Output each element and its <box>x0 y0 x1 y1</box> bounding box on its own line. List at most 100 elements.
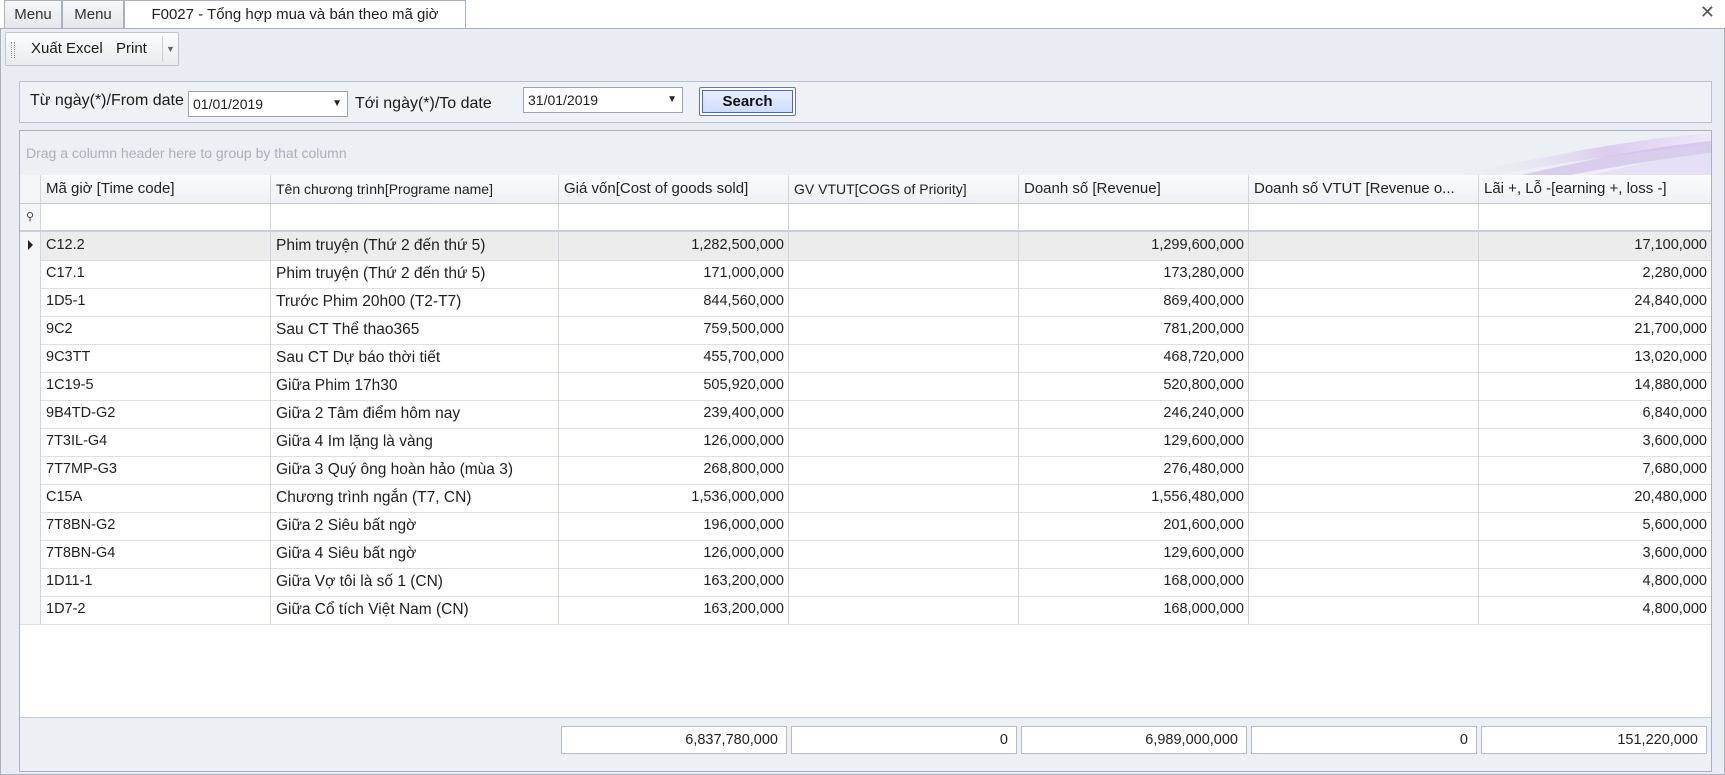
cell-revenue-priority[interactable] <box>1249 316 1479 344</box>
cell-cogs[interactable]: 505,920,000 <box>559 372 789 400</box>
cell-profit[interactable]: 24,840,000 <box>1479 288 1711 316</box>
cell-time-code[interactable]: 7T8BN-G4 <box>41 540 271 568</box>
cell-revenue-priority[interactable] <box>1249 260 1479 288</box>
cell-cogs[interactable]: 844,560,000 <box>559 288 789 316</box>
cell-revenue-priority[interactable] <box>1249 344 1479 372</box>
cell-revenue-priority[interactable] <box>1249 484 1479 512</box>
column-header-cogs-priority[interactable]: GV VTUT[COGS of Priority] <box>789 175 1019 203</box>
toolbar-dropdown-icon[interactable]: ▼ <box>162 36 178 62</box>
cell-program-name[interactable]: Giữa Vợ tôi là số 1 (CN) <box>271 568 559 596</box>
cell-time-code[interactable]: 1D11-1 <box>41 568 271 596</box>
cell-time-code[interactable]: 1C19-5 <box>41 372 271 400</box>
filter-cell-profit[interactable] <box>1479 204 1711 230</box>
cell-revenue-priority[interactable] <box>1249 512 1479 540</box>
cell-revenue[interactable]: 168,000,000 <box>1019 568 1249 596</box>
cell-time-code[interactable]: 9C2 <box>41 316 271 344</box>
cell-revenue-priority[interactable] <box>1249 568 1479 596</box>
table-row[interactable]: 1D7-2 Giữa Cổ tích Việt Nam (CN) 163,200,0… <box>20 596 1711 625</box>
table-row[interactable]: 7T7MP-G3 Giữa 3 Quý ông hoàn hảo (mùa 3) 2… <box>20 456 1711 485</box>
cell-cogs-priority[interactable] <box>789 568 1019 596</box>
cell-revenue-priority[interactable] <box>1249 372 1479 400</box>
row-indicator[interactable] <box>20 400 41 428</box>
cell-program-name[interactable]: Giữa 3 Quý ông hoàn hảo (mùa 3) <box>271 456 559 484</box>
table-row[interactable]: 9C2 Sau CT Thể thao365 759,500,000 781,200,… <box>20 316 1711 345</box>
cell-program-name[interactable]: Sau CT Thể thao365 <box>271 316 559 344</box>
cell-cogs-priority[interactable] <box>789 344 1019 372</box>
table-row[interactable]: 9C3TT Sau CT Dự báo thời tiết 455,700,000 4… <box>20 344 1711 373</box>
row-indicator[interactable] <box>20 512 41 540</box>
table-row[interactable]: C15A Chương trình ngắn (T7, CN) 1,536,000,… <box>20 484 1711 513</box>
cell-cogs[interactable]: 126,000,000 <box>559 428 789 456</box>
cell-revenue[interactable]: 276,480,000 <box>1019 456 1249 484</box>
cell-program-name[interactable]: Giữa 2 Siêu bất ngờ <box>271 512 559 540</box>
cell-revenue[interactable]: 168,000,000 <box>1019 596 1249 624</box>
row-indicator[interactable] <box>20 568 41 596</box>
cell-cogs[interactable]: 239,400,000 <box>559 400 789 428</box>
cell-revenue[interactable]: 520,800,000 <box>1019 372 1249 400</box>
from-date-input[interactable]: 01/01/2019 ▼ <box>188 91 348 117</box>
cell-revenue[interactable]: 1,556,480,000 <box>1019 484 1249 512</box>
to-date-input[interactable]: 31/01/2019 ▼ <box>523 87 683 113</box>
cell-cogs[interactable]: 163,200,000 <box>559 596 789 624</box>
table-row[interactable]: C17.1 Phim truyện (Thứ 2 đến thứ 5) 171,00… <box>20 260 1711 289</box>
cell-cogs[interactable]: 171,000,000 <box>559 260 789 288</box>
cell-revenue-priority[interactable] <box>1249 232 1479 260</box>
cell-time-code[interactable]: C17.1 <box>41 260 271 288</box>
cell-time-code[interactable]: 7T7MP-G3 <box>41 456 271 484</box>
cell-profit[interactable]: 2,280,000 <box>1479 260 1711 288</box>
tab-menu-2[interactable]: Menu <box>62 0 124 28</box>
cell-profit[interactable]: 3,600,000 <box>1479 428 1711 456</box>
table-row[interactable]: 1C19-5 Giữa Phim 17h30 505,920,000 520,800,… <box>20 372 1711 401</box>
cell-profit[interactable]: 21,700,000 <box>1479 316 1711 344</box>
cell-program-name[interactable]: Giữa 2 Tâm điểm hôm nay <box>271 400 559 428</box>
cell-time-code[interactable]: C15A <box>41 484 271 512</box>
cell-time-code[interactable]: 7T3IL-G4 <box>41 428 271 456</box>
cell-cogs-priority[interactable] <box>789 260 1019 288</box>
cell-cogs-priority[interactable] <box>789 316 1019 344</box>
row-indicator[interactable] <box>20 232 41 260</box>
chevron-down-icon[interactable]: ▼ <box>667 88 677 112</box>
filter-cell-program-name[interactable] <box>271 204 559 230</box>
row-indicator[interactable] <box>20 316 41 344</box>
cell-profit[interactable]: 3,600,000 <box>1479 540 1711 568</box>
cell-cogs-priority[interactable] <box>789 456 1019 484</box>
cell-revenue-priority[interactable] <box>1249 596 1479 624</box>
tab-report[interactable]: F0027 - Tổng hợp mua và bán theo mã giờ <box>124 0 466 29</box>
cell-time-code[interactable]: 9C3TT <box>41 344 271 372</box>
table-row[interactable]: 9B4TD-G2 Giữa 2 Tâm điểm hôm nay 239,400,0… <box>20 400 1711 429</box>
cell-revenue-priority[interactable] <box>1249 400 1479 428</box>
cell-profit[interactable]: 13,020,000 <box>1479 344 1711 372</box>
cell-profit[interactable]: 14,880,000 <box>1479 372 1711 400</box>
cell-cogs-priority[interactable] <box>789 596 1019 624</box>
filter-cell-time-code[interactable] <box>41 204 271 230</box>
cell-revenue[interactable]: 173,280,000 <box>1019 260 1249 288</box>
search-button[interactable]: Search <box>699 87 796 116</box>
cell-program-name[interactable]: Trước Phim 20h00 (T2-T7) <box>271 288 559 316</box>
cell-cogs[interactable]: 196,000,000 <box>559 512 789 540</box>
table-row[interactable]: 7T8BN-G4 Giữa 4 Siêu bất ngờ 126,000,000 12… <box>20 540 1711 569</box>
cell-profit[interactable]: 6,840,000 <box>1479 400 1711 428</box>
filter-cell-revenue[interactable] <box>1019 204 1249 230</box>
tab-menu-1[interactable]: Menu <box>4 0 62 28</box>
group-by-panel[interactable]: Drag a column header here to group by th… <box>20 131 1711 176</box>
cell-cogs[interactable]: 1,282,500,000 <box>559 232 789 260</box>
cell-cogs-priority[interactable] <box>789 232 1019 260</box>
cell-time-code[interactable]: 7T8BN-G2 <box>41 512 271 540</box>
cell-cogs[interactable]: 455,700,000 <box>559 344 789 372</box>
column-header-profit[interactable]: Lãi +, Lỗ -[earning +, loss -] <box>1479 175 1711 203</box>
cell-time-code[interactable]: 1D7-2 <box>41 596 271 624</box>
cell-revenue-priority[interactable] <box>1249 540 1479 568</box>
column-header-revenue[interactable]: Doanh số [Revenue] <box>1019 175 1249 203</box>
cell-program-name[interactable]: Phim truyện (Thứ 2 đến thứ 5) <box>271 232 559 260</box>
cell-profit[interactable]: 7,680,000 <box>1479 456 1711 484</box>
row-indicator[interactable] <box>20 288 41 316</box>
row-indicator[interactable] <box>20 428 41 456</box>
cell-cogs[interactable]: 163,200,000 <box>559 568 789 596</box>
table-row[interactable]: C12.2 Phim truyện (Thứ 2 đến thứ 5) 1,282,… <box>20 232 1711 261</box>
row-indicator[interactable] <box>20 372 41 400</box>
cell-cogs-priority[interactable] <box>789 400 1019 428</box>
table-row[interactable]: 7T3IL-G4 Giữa 4 Im lặng là vàng 126,000,00… <box>20 428 1711 457</box>
export-excel-button[interactable]: Xuất Excel <box>31 33 103 65</box>
cell-cogs-priority[interactable] <box>789 512 1019 540</box>
column-header-time-code[interactable]: Mã giờ [Time code] <box>41 175 271 203</box>
